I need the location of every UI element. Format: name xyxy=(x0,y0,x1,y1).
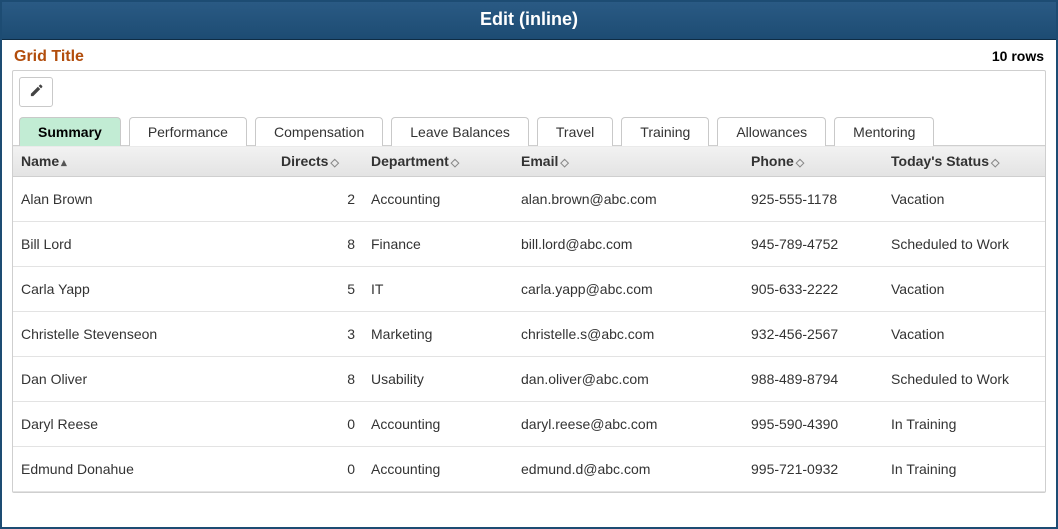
cell-dept: Accounting xyxy=(363,447,513,492)
sort-icon: ◇ xyxy=(796,157,804,169)
grid-tabs: Summary Performance Compensation Leave B… xyxy=(13,107,1045,145)
banner-title: Edit (inline) xyxy=(480,9,578,29)
table-row[interactable]: Carla Yapp 5 IT carla.yapp@abc.com 905-6… xyxy=(13,267,1045,312)
cell-name: Carla Yapp xyxy=(13,267,273,312)
table-row[interactable]: Daryl Reese 0 Accounting daryl.reese@abc… xyxy=(13,402,1045,447)
cell-directs: 0 xyxy=(273,402,363,447)
grid-body: Alan Brown 2 Accounting alan.brown@abc.c… xyxy=(13,177,1045,492)
cell-directs: 8 xyxy=(273,357,363,402)
grid-row-count: 10 rows xyxy=(992,48,1044,64)
cell-directs: 2 xyxy=(273,177,363,222)
tab-label: Summary xyxy=(38,124,102,140)
cell-directs: 3 xyxy=(273,312,363,357)
sort-icon: ◇ xyxy=(560,157,568,169)
cell-name: Bill Lord xyxy=(13,222,273,267)
col-header-name[interactable]: Name▴ xyxy=(13,146,273,177)
col-header-status[interactable]: Today's Status◇ xyxy=(883,146,1045,177)
col-label: Today's Status xyxy=(891,153,989,169)
col-header-directs[interactable]: Directs◇ xyxy=(273,146,363,177)
col-label: Name xyxy=(21,153,59,169)
data-grid: Name▴ Directs◇ Department◇ Email◇ Phone◇… xyxy=(13,145,1045,492)
cell-email: carla.yapp@abc.com xyxy=(513,267,743,312)
cell-status: In Training xyxy=(883,447,1045,492)
cell-status: Vacation xyxy=(883,312,1045,357)
cell-email: edmund.d@abc.com xyxy=(513,447,743,492)
cell-email: bill.lord@abc.com xyxy=(513,222,743,267)
cell-phone: 905-633-2222 xyxy=(743,267,883,312)
cell-dept: Accounting xyxy=(363,402,513,447)
cell-status: Vacation xyxy=(883,267,1045,312)
cell-dept: Finance xyxy=(363,222,513,267)
tab-mentoring[interactable]: Mentoring xyxy=(834,117,934,146)
col-header-phone[interactable]: Phone◇ xyxy=(743,146,883,177)
tab-performance[interactable]: Performance xyxy=(129,117,247,146)
cell-phone: 932-456-2567 xyxy=(743,312,883,357)
grid-titlebar: Grid Title 10 rows xyxy=(2,40,1056,70)
cell-phone: 995-590-4390 xyxy=(743,402,883,447)
col-header-department[interactable]: Department◇ xyxy=(363,146,513,177)
tab-label: Mentoring xyxy=(853,124,915,140)
cell-status: In Training xyxy=(883,402,1045,447)
table-row[interactable]: Edmund Donahue 0 Accounting edmund.d@abc… xyxy=(13,447,1045,492)
header-row: Name▴ Directs◇ Department◇ Email◇ Phone◇… xyxy=(13,146,1045,177)
cell-phone: 925-555-1178 xyxy=(743,177,883,222)
cell-status: Vacation xyxy=(883,177,1045,222)
cell-directs: 0 xyxy=(273,447,363,492)
sort-icon: ◇ xyxy=(330,157,338,169)
grid-title: Grid Title xyxy=(14,48,84,66)
table-row[interactable]: Bill Lord 8 Finance bill.lord@abc.com 94… xyxy=(13,222,1045,267)
cell-name: Christelle Stevenseon xyxy=(13,312,273,357)
cell-dept: Accounting xyxy=(363,177,513,222)
cell-email: christelle.s@abc.com xyxy=(513,312,743,357)
tab-training[interactable]: Training xyxy=(621,117,709,146)
app-frame: Edit (inline) Grid Title 10 rows Summary… xyxy=(0,0,1058,529)
tab-label: Performance xyxy=(148,124,228,140)
table-row[interactable]: Dan Oliver 8 Usability dan.oliver@abc.co… xyxy=(13,357,1045,402)
pencil-icon xyxy=(29,83,44,101)
col-label: Directs xyxy=(281,153,328,169)
cell-dept: Usability xyxy=(363,357,513,402)
cell-name: Daryl Reese xyxy=(13,402,273,447)
grid-toolbar xyxy=(13,71,1045,107)
cell-email: alan.brown@abc.com xyxy=(513,177,743,222)
cell-phone: 988-489-8794 xyxy=(743,357,883,402)
sort-icon: ◇ xyxy=(451,157,459,169)
edit-button[interactable] xyxy=(19,77,53,107)
page-banner: Edit (inline) xyxy=(2,2,1056,40)
col-label: Department xyxy=(371,153,449,169)
cell-status: Scheduled to Work xyxy=(883,222,1045,267)
tab-allowances[interactable]: Allowances xyxy=(717,117,826,146)
tab-travel[interactable]: Travel xyxy=(537,117,613,146)
tab-compensation[interactable]: Compensation xyxy=(255,117,383,146)
cell-email: dan.oliver@abc.com xyxy=(513,357,743,402)
col-label: Email xyxy=(521,153,558,169)
cell-name: Alan Brown xyxy=(13,177,273,222)
cell-name: Dan Oliver xyxy=(13,357,273,402)
tab-label: Leave Balances xyxy=(410,124,510,140)
col-label: Phone xyxy=(751,153,794,169)
tab-label: Allowances xyxy=(736,124,807,140)
table-row[interactable]: Alan Brown 2 Accounting alan.brown@abc.c… xyxy=(13,177,1045,222)
cell-status: Scheduled to Work xyxy=(883,357,1045,402)
sort-asc-icon: ▴ xyxy=(61,157,67,169)
cell-dept: IT xyxy=(363,267,513,312)
tab-label: Training xyxy=(640,124,690,140)
cell-email: daryl.reese@abc.com xyxy=(513,402,743,447)
sort-icon: ◇ xyxy=(991,157,999,169)
tab-label: Travel xyxy=(556,124,594,140)
table-row[interactable]: Christelle Stevenseon 3 Marketing christ… xyxy=(13,312,1045,357)
tab-summary[interactable]: Summary xyxy=(19,117,121,146)
grid-container: Summary Performance Compensation Leave B… xyxy=(12,70,1046,493)
cell-dept: Marketing xyxy=(363,312,513,357)
cell-directs: 8 xyxy=(273,222,363,267)
cell-name: Edmund Donahue xyxy=(13,447,273,492)
cell-phone: 995-721-0932 xyxy=(743,447,883,492)
tab-label: Compensation xyxy=(274,124,364,140)
col-header-email[interactable]: Email◇ xyxy=(513,146,743,177)
cell-directs: 5 xyxy=(273,267,363,312)
tab-leave-balances[interactable]: Leave Balances xyxy=(391,117,529,146)
cell-phone: 945-789-4752 xyxy=(743,222,883,267)
